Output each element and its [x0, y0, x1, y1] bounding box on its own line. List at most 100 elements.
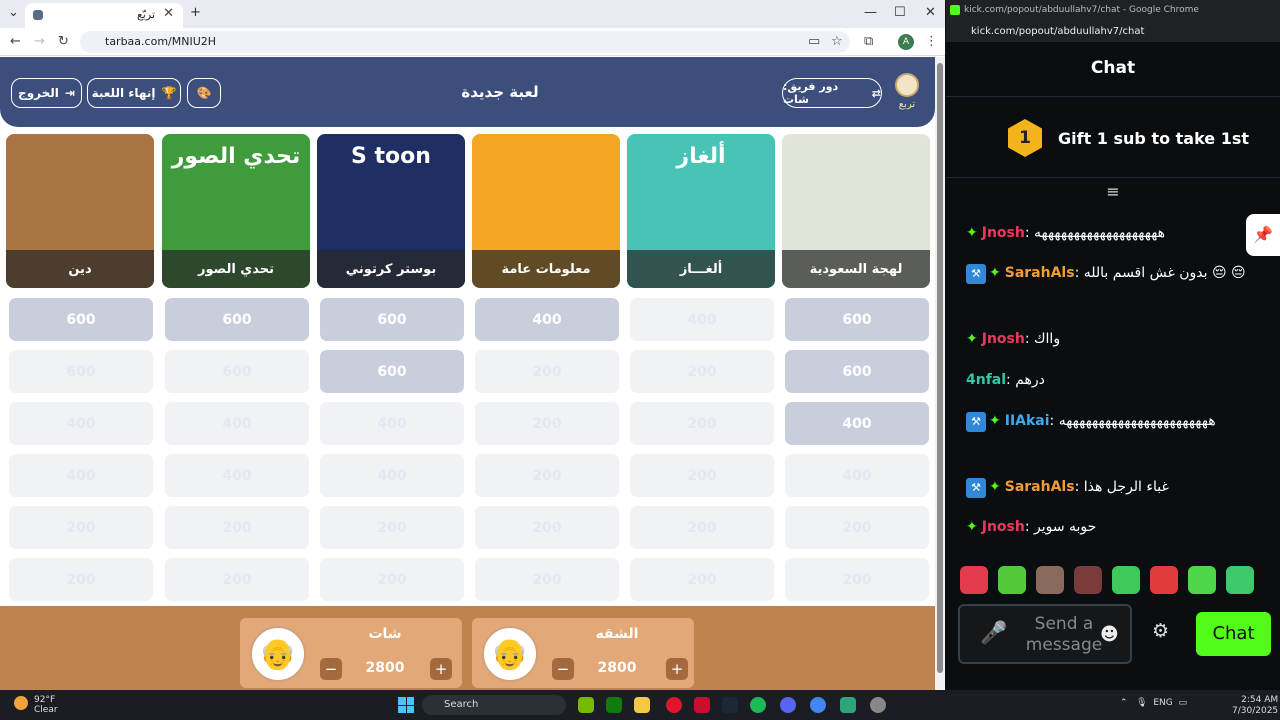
extensions-icon[interactable]: ⧉	[864, 34, 873, 49]
chat-username[interactable]: SarahAls	[1005, 265, 1075, 281]
decrease-score-button[interactable]: −	[320, 658, 342, 680]
gift-leaderboard[interactable]: 1 Gift 1 sub to take 1st	[946, 96, 1280, 178]
browser-menu-icon[interactable]: ⋮	[925, 34, 938, 49]
chat-input-placeholder: Send a message	[1025, 614, 1103, 655]
back-icon[interactable]: ←	[10, 34, 21, 49]
chat-username[interactable]: SarahAls	[1005, 479, 1075, 495]
steam-icon[interactable]	[722, 697, 738, 713]
taskbar-clock[interactable]: 2:54 AM 7/30/2025	[1232, 695, 1278, 717]
emote-icon[interactable]	[1074, 566, 1102, 594]
emoji-icon[interactable]: ☻	[1100, 624, 1119, 645]
chat-username[interactable]: Jnosh	[982, 519, 1025, 535]
game-header: الخروج ⇥ إنهاء اللعبة 🏆 🎨 لعبة جديدة دور ف…	[0, 57, 935, 127]
category-card[interactable]: معلومات عامة	[472, 134, 620, 288]
new-tab-icon[interactable]: +	[190, 5, 201, 20]
palette-button[interactable]: 🎨	[187, 78, 221, 108]
windows-start-icon[interactable]	[398, 697, 414, 713]
bookmark-star-icon[interactable]: ☆	[831, 34, 843, 49]
app-red-icon[interactable]	[694, 697, 710, 713]
chat-colon: :	[1074, 265, 1084, 281]
chat-settings-gear-icon[interactable]: ⚙	[1152, 620, 1169, 642]
question-cell[interactable]: 600	[785, 350, 929, 393]
file-explorer-icon[interactable]	[634, 697, 650, 713]
minimize-icon[interactable]: —	[864, 5, 877, 20]
question-cell[interactable]: 600	[9, 298, 153, 341]
tab-close-icon[interactable]: ✕	[163, 6, 174, 21]
chat-title: Chat	[1090, 58, 1136, 78]
collapse-icon[interactable]: ≡	[1104, 182, 1122, 201]
increase-score-button[interactable]: +	[430, 658, 452, 680]
question-cell: 600	[9, 350, 153, 393]
question-cell: 200	[475, 454, 619, 497]
turn-indicator-button[interactable]: دور فريق: شات ⇄	[782, 78, 882, 108]
browser-tab[interactable]: تربّع ✕	[25, 3, 183, 28]
send-chat-button[interactable]: Chat	[1196, 612, 1271, 656]
question-cell[interactable]: 600	[165, 298, 309, 341]
question-cell: 200	[630, 454, 774, 497]
spotify-icon[interactable]	[750, 697, 766, 713]
category-card[interactable]: ألغاز ألغـــاز	[627, 134, 775, 288]
profile-avatar[interactable]: A	[898, 34, 914, 50]
xbox-icon[interactable]	[606, 697, 622, 713]
category-card[interactable]: S toon بوستر كرتوني	[317, 134, 465, 288]
category-card[interactable]: دين	[6, 134, 154, 288]
subscriber-badge-icon: ✦	[989, 413, 1001, 429]
question-cell[interactable]: 400	[475, 298, 619, 341]
temperature: 92°F	[34, 695, 56, 705]
tray-chevron-icon[interactable]: ⌃	[1120, 698, 1128, 708]
emote-icon[interactable]	[1226, 566, 1254, 594]
settings-app-icon[interactable]	[870, 697, 886, 713]
chat-text: غباء الرجل هذا	[1083, 479, 1169, 495]
emote-icon[interactable]	[998, 566, 1026, 594]
question-cell[interactable]: 600	[785, 298, 929, 341]
tab-search-icon[interactable]: ⌄	[8, 5, 19, 20]
question-cell[interactable]: 600	[320, 298, 464, 341]
cast-icon[interactable]: ▭	[808, 34, 820, 49]
emote-icon[interactable]	[1036, 566, 1064, 594]
input-language[interactable]: ENG	[1153, 698, 1172, 708]
emote-icon[interactable]	[960, 566, 988, 594]
end-game-button[interactable]: إنهاء اللعبة 🏆	[87, 78, 181, 108]
page-scrollbar[interactable]	[935, 57, 945, 690]
chat-username[interactable]: Jnosh	[982, 225, 1025, 241]
emote-icon[interactable]	[1150, 566, 1178, 594]
emote-icon[interactable]	[1112, 566, 1140, 594]
mic-tray-icon[interactable]: 🎙	[1136, 698, 1147, 708]
taskbar-search[interactable]: Search	[422, 695, 566, 715]
mic-icon[interactable]: 🎤	[980, 621, 1007, 646]
close-window-icon[interactable]: ✕	[925, 5, 936, 20]
maximize-icon[interactable]: ☐	[894, 5, 906, 20]
emote-icon[interactable]	[1188, 566, 1216, 594]
scrollbar-thumb[interactable]	[937, 63, 943, 673]
chat-message: ✦ Jnosh: هههههههههههههههههههه	[966, 222, 1256, 244]
chat-text: درهم	[1015, 372, 1045, 388]
chrome-icon[interactable]	[810, 697, 826, 713]
question-cell: 400	[630, 298, 774, 341]
increase-score-button[interactable]: +	[666, 658, 688, 680]
app-green-icon[interactable]	[840, 697, 856, 713]
gift-text: Gift 1 sub to take 1st	[1058, 129, 1250, 148]
exit-button[interactable]: الخروج ⇥	[11, 78, 82, 108]
category-card[interactable]: تحدي الصور تحدي الصور	[162, 134, 310, 288]
category-card[interactable]: لهجة السعودية	[782, 134, 930, 288]
opera-icon[interactable]	[666, 697, 682, 713]
chat-username[interactable]: Jnosh	[982, 331, 1025, 347]
address-field[interactable]: tarbaa.com/MNIU2H	[80, 31, 850, 53]
system-tray[interactable]: ⌃ 🎙 ENG ▭	[1120, 698, 1187, 708]
chat-username[interactable]: IIAkai	[1005, 413, 1050, 429]
discord-icon[interactable]	[780, 697, 796, 713]
nvidia-icon[interactable]	[578, 697, 594, 713]
chat-message: ⚒ ✦ SarahAls: بدون غش اقسم بالله 😔 😔	[966, 262, 1256, 284]
chat-message: 4nfal: درهم	[966, 369, 1256, 391]
reload-icon[interactable]: ↻	[58, 34, 69, 49]
chat-username[interactable]: 4nfal	[966, 372, 1006, 388]
question-cell[interactable]: 600	[320, 350, 464, 393]
question-cell[interactable]: 400	[785, 402, 929, 445]
chat-input[interactable]: 🎤 Send a message ☻	[958, 604, 1132, 664]
forward-icon[interactable]: →	[34, 34, 45, 49]
decrease-score-button[interactable]: −	[552, 658, 574, 680]
tab-strip: ⌄ تربّع ✕ + — ☐ ✕	[0, 0, 945, 28]
site-logo[interactable]: تربع	[894, 73, 920, 113]
network-icon[interactable]: ▭	[1178, 698, 1187, 708]
team-card-chat: 👴 شات − 2800 +	[240, 618, 462, 688]
